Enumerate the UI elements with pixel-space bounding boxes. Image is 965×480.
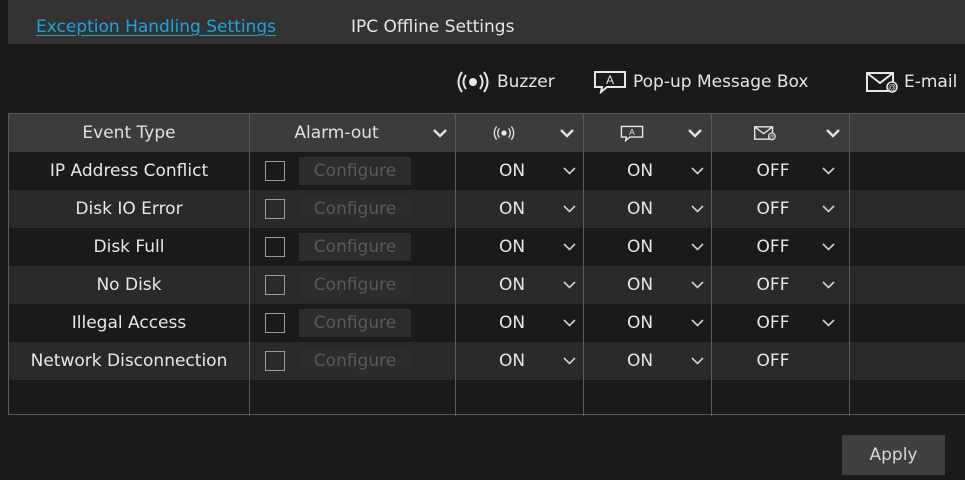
- chevron-down-icon[interactable]: [557, 228, 581, 266]
- email-select-value[interactable]: OFF: [723, 266, 823, 304]
- configure-button[interactable]: Configure: [299, 309, 411, 337]
- legend-email: @ E-mail: [866, 68, 957, 96]
- header-popup-icon-cell: A: [584, 114, 679, 152]
- chevron-down-icon[interactable]: [685, 304, 709, 342]
- popup-select-value[interactable]: ON: [595, 342, 685, 380]
- tab-exception-handling[interactable]: Exception Handling Settings: [36, 16, 276, 38]
- svg-text:A: A: [629, 126, 635, 136]
- alarm-out-checkbox[interactable]: [265, 237, 285, 257]
- chevron-down-icon: [688, 129, 702, 138]
- popup-select-value[interactable]: ON: [595, 152, 685, 190]
- column-divider: [455, 114, 456, 416]
- chevron-down-icon[interactable]: [557, 342, 581, 380]
- svg-text:@: @: [769, 135, 775, 141]
- alarm-out-checkbox[interactable]: [265, 275, 285, 295]
- legend-buzzer: Buzzer: [455, 68, 555, 96]
- legend-email-label: E-mail: [904, 72, 958, 92]
- svg-text:@: @: [888, 83, 896, 92]
- table-row: IP Address Conflict Configure ON ON OFF: [9, 152, 965, 190]
- column-divider: [711, 114, 712, 416]
- chevron-down-icon[interactable]: [816, 190, 840, 228]
- buzzer-icon: [493, 125, 514, 141]
- chevron-down-icon[interactable]: [557, 304, 581, 342]
- header-alarm-out: Alarm-out: [294, 123, 379, 143]
- chevron-down-icon[interactable]: [685, 342, 709, 380]
- event-type-label: No Disk: [96, 275, 162, 295]
- chevron-down-icon[interactable]: [816, 152, 840, 190]
- chevron-down-icon[interactable]: [557, 190, 581, 228]
- table-row: No Disk Configure ON ON OFF: [9, 266, 965, 304]
- chevron-down-icon[interactable]: [557, 266, 581, 304]
- table-row: Illegal Access Configure ON ON OFF: [9, 304, 965, 342]
- configure-button[interactable]: Configure: [299, 233, 411, 261]
- chevron-down-icon[interactable]: [685, 190, 709, 228]
- email-icon: @: [866, 72, 898, 93]
- popup-select-value[interactable]: ON: [595, 228, 685, 266]
- popup-dropdown[interactable]: [679, 114, 711, 152]
- email-icon: @: [753, 126, 776, 141]
- email-select-value[interactable]: OFF: [723, 190, 823, 228]
- chevron-down-icon[interactable]: [685, 228, 709, 266]
- header-event-type: Event Type: [82, 123, 176, 143]
- event-type-label: Disk IO Error: [75, 199, 183, 219]
- popup-select-value[interactable]: ON: [595, 304, 685, 342]
- email-select-value[interactable]: OFF: [723, 304, 823, 342]
- header-buzzer-icon-cell: [456, 114, 551, 152]
- configure-button[interactable]: Configure: [299, 271, 411, 299]
- chevron-down-icon[interactable]: [816, 304, 840, 342]
- email-select-value[interactable]: OFF: [723, 228, 823, 266]
- event-type-label: IP Address Conflict: [49, 161, 209, 181]
- configure-button[interactable]: Configure: [299, 157, 411, 185]
- svg-text:A: A: [606, 73, 614, 87]
- chevron-down-icon[interactable]: [685, 152, 709, 190]
- alarm-out-checkbox[interactable]: [265, 351, 285, 371]
- column-divider: [849, 114, 850, 416]
- alarm-out-checkbox[interactable]: [265, 161, 285, 181]
- email-dropdown[interactable]: [817, 114, 849, 152]
- legend-popup-label: Pop-up Message Box: [633, 72, 809, 92]
- buzzer-select-value[interactable]: ON: [467, 266, 557, 304]
- tab-ipc-offline[interactable]: IPC Offline Settings: [351, 16, 514, 38]
- column-divider: [583, 114, 584, 416]
- chevron-down-icon[interactable]: [816, 228, 840, 266]
- table-header: Event Type Alarm-out A @: [9, 114, 965, 152]
- header-email-icon-cell: @: [712, 114, 817, 152]
- alarm-out-dropdown[interactable]: [424, 114, 456, 152]
- tab-bar: Exception Handling Settings IPC Offline …: [8, 0, 965, 44]
- event-type-label: Disk Full: [93, 237, 165, 257]
- chevron-down-icon: [433, 129, 447, 138]
- configure-button[interactable]: Configure: [299, 195, 411, 223]
- buzzer-select-value[interactable]: ON: [467, 152, 557, 190]
- chevron-down-icon[interactable]: [816, 266, 840, 304]
- apply-button[interactable]: Apply: [842, 435, 945, 475]
- event-type-label: Network Disconnection: [30, 351, 228, 371]
- legend-buzzer-label: Buzzer: [497, 72, 555, 92]
- buzzer-select-value[interactable]: ON: [467, 190, 557, 228]
- table-row: Disk Full Configure ON ON OFF: [9, 228, 965, 266]
- event-table: Event Type Alarm-out A @ IP Address Conf…: [8, 113, 965, 416]
- buzzer-dropdown[interactable]: [551, 114, 583, 152]
- column-divider: [249, 114, 250, 416]
- chevron-down-icon[interactable]: [685, 266, 709, 304]
- email-select-value[interactable]: OFF: [723, 152, 823, 190]
- event-type-label: Illegal Access: [71, 313, 187, 333]
- chevron-down-icon: [560, 129, 574, 138]
- popup-message-icon: A: [620, 125, 643, 142]
- buzzer-select-value[interactable]: ON: [467, 304, 557, 342]
- legend-popup: A Pop-up Message Box: [593, 68, 808, 96]
- popup-select-value[interactable]: ON: [595, 266, 685, 304]
- buzzer-icon: [457, 71, 489, 93]
- buzzer-select-value[interactable]: ON: [467, 228, 557, 266]
- popup-select-value[interactable]: ON: [595, 190, 685, 228]
- configure-button[interactable]: Configure: [299, 347, 411, 375]
- chevron-down-icon[interactable]: [557, 152, 581, 190]
- email-select-value[interactable]: OFF: [723, 342, 823, 380]
- chevron-down-icon: [826, 129, 840, 138]
- popup-message-icon: A: [594, 71, 626, 94]
- buzzer-select-value[interactable]: ON: [467, 342, 557, 380]
- alarm-out-checkbox[interactable]: [265, 313, 285, 333]
- table-row: Network Disconnection Configure ON ON OFF: [9, 342, 965, 380]
- alarm-out-checkbox[interactable]: [265, 199, 285, 219]
- table-row: Disk IO Error Configure ON ON OFF: [9, 190, 965, 228]
